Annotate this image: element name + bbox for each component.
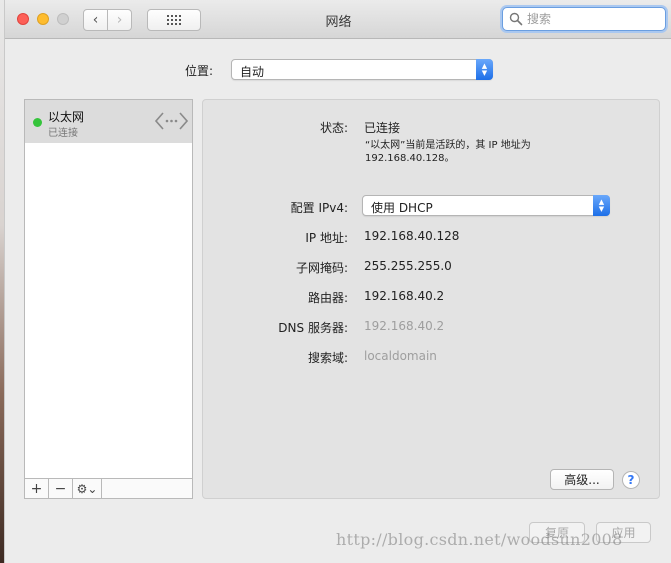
service-list-toolbar: + − ⚙︎⌄ xyxy=(25,478,192,498)
location-label: 位置: xyxy=(185,64,214,78)
remove-service-button[interactable]: − xyxy=(49,479,73,498)
dns-server-value: 192.168.40.2 xyxy=(364,319,445,333)
configure-ipv4-popup[interactable]: 使用 DHCP ▲ ▼ xyxy=(362,195,610,216)
search-field[interactable] xyxy=(502,7,666,31)
service-name: 以太网 xyxy=(48,110,85,124)
ip-address-label: IP 地址: xyxy=(305,231,348,245)
subnet-mask-value: 255.255.255.0 xyxy=(364,259,452,273)
location-value: 自动 xyxy=(240,65,265,79)
status-description: “以太网”当前是活跃的，其 IP 地址为 192.168.40.128。 xyxy=(365,139,531,165)
search-input[interactable] xyxy=(527,10,657,28)
search-domain-label: 搜索域: xyxy=(307,351,348,365)
popup-stepper-icon: ▲ ▼ xyxy=(593,195,610,216)
router-label: 路由器: xyxy=(307,291,348,305)
dns-server-label: DNS 服务器: xyxy=(278,321,348,335)
status-description-line: “以太网”当前是活跃的，其 IP 地址为 xyxy=(365,140,531,151)
ip-address-value: 192.168.40.128 xyxy=(364,229,460,243)
router-value: 192.168.40.2 xyxy=(364,289,445,303)
help-icon: ? xyxy=(627,473,635,487)
ethernet-arrows-icon xyxy=(155,112,188,130)
status-value: 已连接 xyxy=(364,121,401,135)
add-service-button[interactable]: + xyxy=(25,479,49,498)
popup-stepper-icon: ▲ ▼ xyxy=(476,59,493,80)
location-popup[interactable]: 自动 ▲ ▼ xyxy=(231,59,493,80)
gear-icon: ⚙︎⌄ xyxy=(76,481,98,496)
title-bar: ‹ › 网络 xyxy=(5,0,671,39)
action-menu-button[interactable]: ⚙︎⌄ xyxy=(73,479,102,498)
configure-ipv4-value: 使用 DHCP xyxy=(371,201,433,215)
subnet-mask-label: 子网掩码: xyxy=(295,261,348,275)
minus-icon: − xyxy=(54,480,67,497)
search-domain-value: localdomain xyxy=(364,349,437,363)
plus-icon: + xyxy=(30,480,43,497)
help-button[interactable]: ? xyxy=(622,471,640,489)
watermark-text: http://blog.csdn.net/woodsun2008 xyxy=(336,530,623,549)
service-item-ethernet[interactable]: 以太网 已连接 xyxy=(25,100,192,143)
configure-ipv4-label: 配置 IPv4: xyxy=(290,201,348,215)
status-label: 状态: xyxy=(319,121,348,135)
status-dot-icon xyxy=(33,118,42,127)
search-icon xyxy=(509,12,523,26)
service-list: 以太网 已连接 + − ⚙︎⌄ xyxy=(24,99,193,499)
network-preferences-window: ‹ › 网络 位置: 自动 ▲▼ 以太网 已连接 xyxy=(4,0,671,563)
service-status: 已连接 xyxy=(48,128,78,139)
advanced-button[interactable]: 高级... xyxy=(550,469,614,490)
status-description-line: 192.168.40.128。 xyxy=(365,153,455,164)
